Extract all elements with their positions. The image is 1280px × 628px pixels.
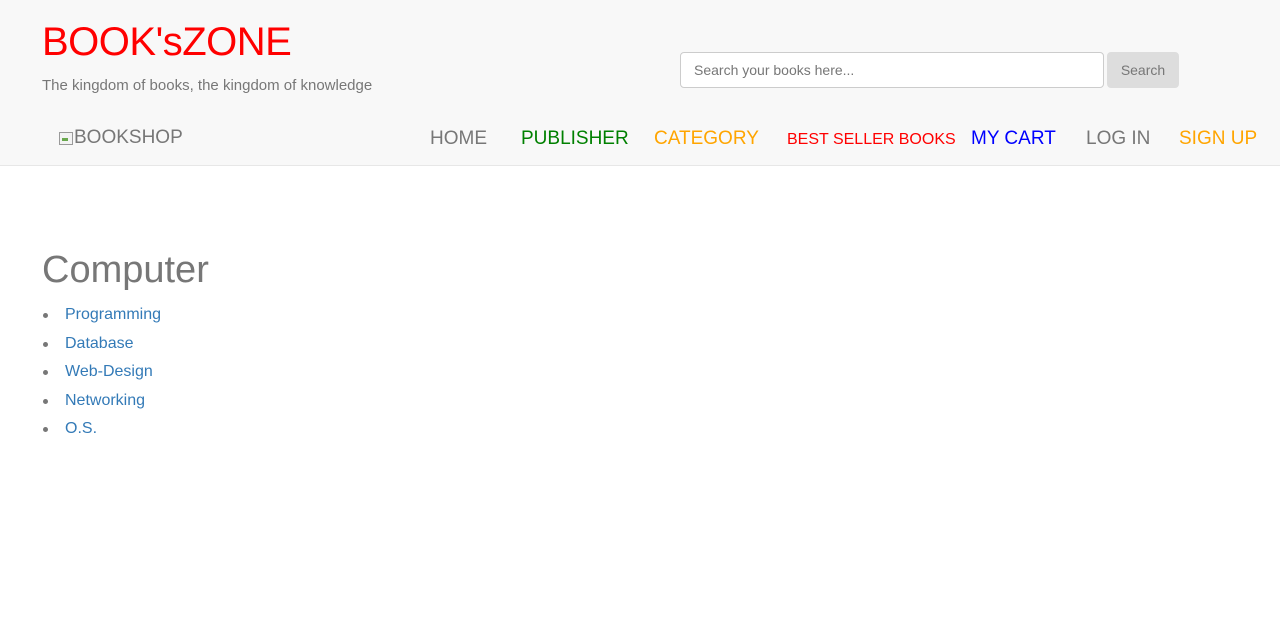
search-input[interactable] — [680, 52, 1104, 88]
nav-best-seller-link[interactable]: BEST SELLER BOOKS — [787, 128, 956, 152]
main-nav: HOME PUBLISHER CATEGORY BEST SELLER BOOK… — [0, 127, 1280, 151]
nav-sign-up-link[interactable]: SIGN UP — [1179, 127, 1257, 151]
nav-category-link[interactable]: CATEGORY — [654, 127, 759, 151]
bullet-icon — [43, 370, 48, 376]
subcategory-list: Programming Database Web-Design Networki… — [42, 303, 161, 446]
nav-publisher-link[interactable]: PUBLISHER — [521, 127, 629, 151]
list-item: Programming — [42, 303, 161, 332]
subcategory-link-programming[interactable]: Programming — [65, 306, 161, 323]
subcategory-link-os[interactable]: O.S. — [65, 420, 97, 437]
bullet-icon — [43, 427, 48, 433]
search-button[interactable]: Search — [1107, 52, 1179, 88]
nav-log-in-link[interactable]: LOG IN — [1086, 127, 1150, 151]
list-item: Web-Design — [42, 360, 161, 389]
subcategory-link-web-design[interactable]: Web-Design — [65, 363, 153, 380]
bullet-icon — [43, 341, 48, 347]
site-title: BOOK'sZONE — [42, 20, 292, 64]
subcategory-link-networking[interactable]: Networking — [65, 392, 145, 409]
list-item: Networking — [42, 389, 161, 418]
nav-my-cart-link[interactable]: MY CART — [971, 127, 1056, 151]
list-item: O.S. — [42, 417, 161, 446]
subcategory-link-database[interactable]: Database — [65, 335, 134, 352]
bullet-icon — [43, 398, 48, 404]
nav-home-link[interactable]: HOME — [430, 127, 487, 151]
category-heading: Computer — [42, 249, 209, 291]
list-item: Database — [42, 332, 161, 361]
bullet-icon — [43, 313, 48, 318]
site-tagline: The kingdom of books, the kingdom of kno… — [42, 77, 373, 94]
site-header: BOOK'sZONE The kingdom of books, the kin… — [0, 0, 1280, 166]
